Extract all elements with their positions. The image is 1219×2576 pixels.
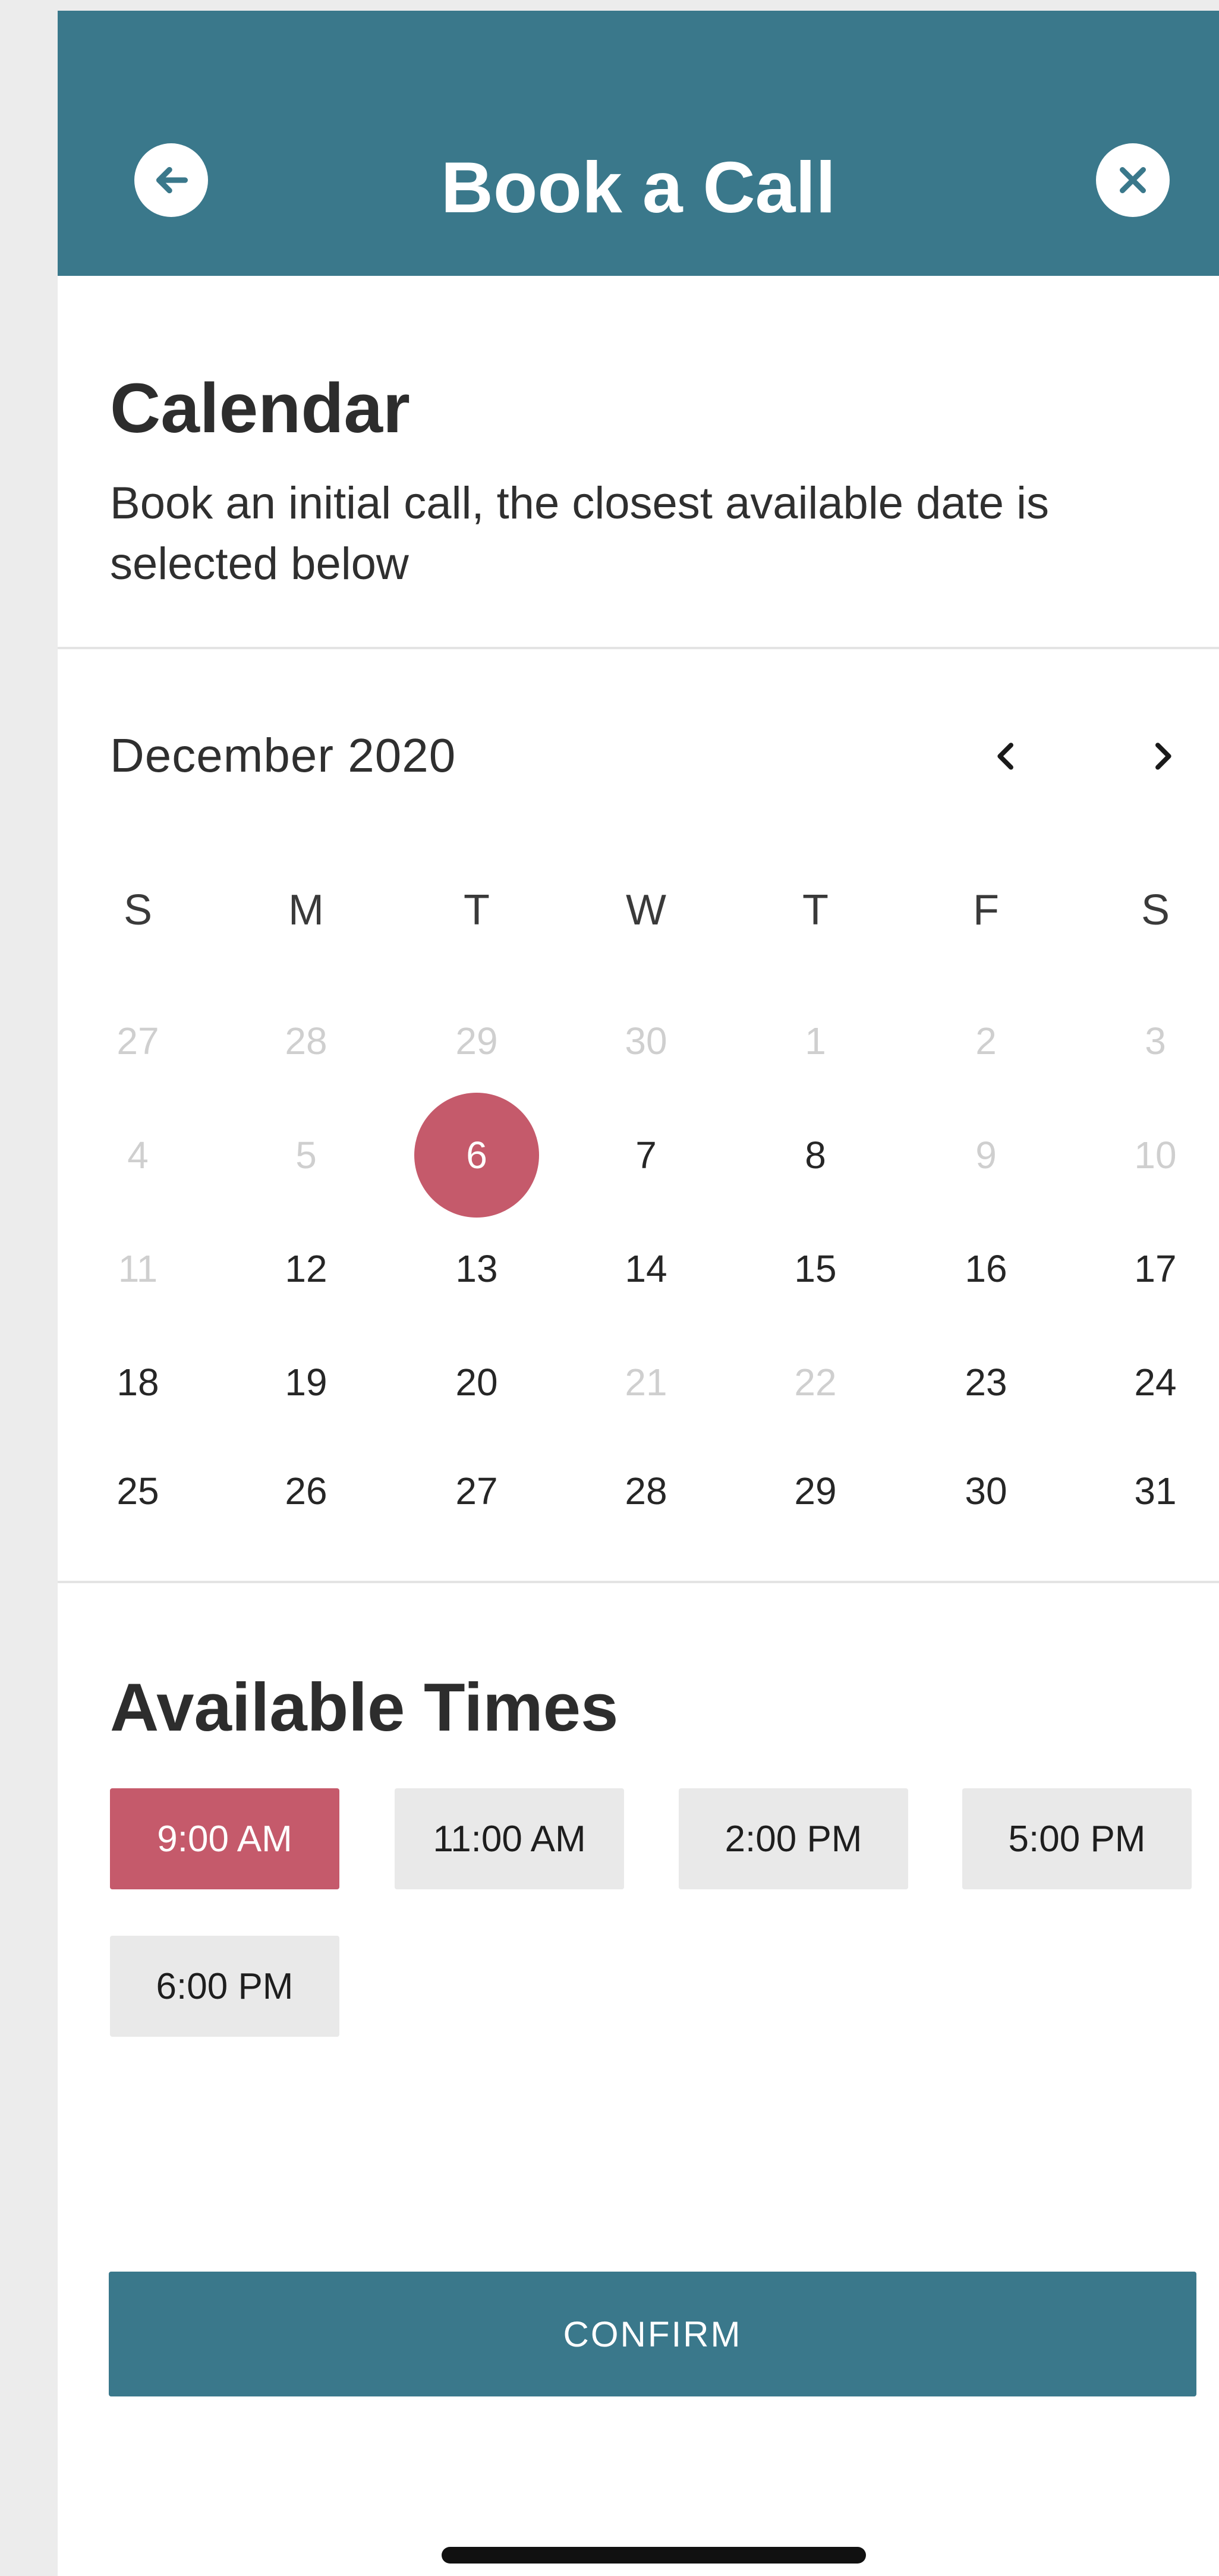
calendar-day[interactable]: 7 xyxy=(584,1093,708,1218)
calendar-day[interactable]: 19 xyxy=(244,1320,368,1445)
calendar-day: 1 xyxy=(805,1020,826,1062)
calendar-day[interactable]: 31 xyxy=(1093,1429,1218,1553)
home-indicator xyxy=(442,2547,866,2564)
calendar-day: 5 xyxy=(295,1134,317,1177)
calendar-day: 22 xyxy=(794,1361,837,1404)
calendar-day[interactable]: 14 xyxy=(584,1206,708,1331)
weekday-label: T xyxy=(802,886,829,934)
calendar-day[interactable]: 12 xyxy=(244,1206,368,1331)
weekday-label: F xyxy=(973,886,999,934)
calendar-description: Book an initial call, the closest availa… xyxy=(110,478,1050,589)
header-bar: Book a Call xyxy=(58,11,1219,276)
time-slot[interactable]: 11:00 AM xyxy=(395,1788,624,1889)
calendar-day: 4 xyxy=(127,1134,149,1177)
chevron-left-icon xyxy=(997,743,1013,770)
calendar-day: 3 xyxy=(1145,1020,1166,1062)
x-circle-icon xyxy=(1120,167,1146,193)
calendar-day[interactable]: 13 xyxy=(414,1206,539,1331)
calendar-day[interactable]: 16 xyxy=(924,1206,1048,1331)
time-slot[interactable]: 2:00 PM xyxy=(679,1788,908,1889)
calendar-day[interactable]: 15 xyxy=(753,1206,878,1331)
calendar-day: 28 xyxy=(285,1020,327,1062)
weekday-label: S xyxy=(1141,886,1170,934)
calendar-day[interactable]: 25 xyxy=(75,1429,200,1553)
time-slot[interactable]: 5:00 PM xyxy=(962,1788,1192,1889)
divider xyxy=(58,647,1219,649)
calendar-day[interactable]: 20 xyxy=(414,1320,539,1445)
time-slot[interactable]: 6:00 PM xyxy=(110,1936,339,2037)
calendar-day[interactable]: 18 xyxy=(75,1320,200,1445)
calendar-day[interactable]: 26 xyxy=(244,1429,368,1553)
calendar-day[interactable]: 17 xyxy=(1093,1206,1218,1331)
calendar-day-selected[interactable]: 6 xyxy=(414,1093,539,1218)
weekday-label: S xyxy=(123,886,153,934)
next-month-button[interactable] xyxy=(1138,732,1186,780)
divider xyxy=(58,1581,1219,1583)
chevron-right-icon xyxy=(1155,743,1171,770)
calendar-day[interactable]: 8 xyxy=(753,1093,878,1218)
confirm-button[interactable]: CONFIRM xyxy=(109,2272,1196,2396)
calendar-day: 2 xyxy=(975,1020,997,1062)
calendar-heading: Calendar xyxy=(110,369,410,448)
calendar-day: 10 xyxy=(1134,1134,1177,1177)
page-title: Book a Call xyxy=(440,147,836,228)
prev-month-button[interactable] xyxy=(983,732,1031,780)
booking-screen: Book a Call Calendar Book an initial cal… xyxy=(58,11,1219,2576)
close-button[interactable] xyxy=(1096,143,1170,217)
calendar-day: 27 xyxy=(116,1020,159,1062)
calendar-day[interactable]: 28 xyxy=(584,1429,708,1553)
weekday-label: W xyxy=(626,886,666,934)
calendar-day[interactable]: 30 xyxy=(924,1429,1048,1553)
month-label: December 2020 xyxy=(110,729,456,782)
weekday-label: T xyxy=(464,886,490,934)
calendar-day[interactable]: 23 xyxy=(924,1320,1048,1445)
weekday-label: M xyxy=(288,886,324,934)
calendar-day: 30 xyxy=(625,1020,667,1062)
available-times-heading: Available Times xyxy=(110,1670,619,1745)
calendar-day[interactable]: 29 xyxy=(753,1429,878,1553)
calendar-day: 21 xyxy=(625,1361,667,1404)
calendar-day: 11 xyxy=(118,1247,158,1290)
calendar-day: 9 xyxy=(975,1134,997,1177)
time-slot-selected[interactable]: 9:00 AM xyxy=(110,1788,339,1889)
calendar-day[interactable]: 27 xyxy=(414,1429,539,1553)
calendar-day[interactable]: 24 xyxy=(1093,1320,1218,1445)
calendar-day: 29 xyxy=(455,1020,498,1062)
